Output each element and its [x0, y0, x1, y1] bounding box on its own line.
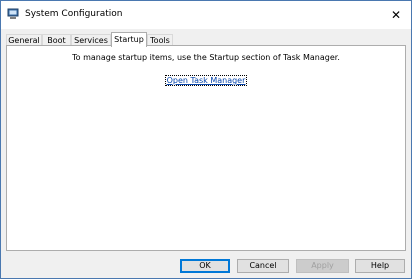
startup-info-text: To manage startup items, use the Startup…: [72, 53, 340, 62]
app-icon: [7, 8, 19, 19]
close-button[interactable]: ✕: [381, 1, 411, 29]
close-icon: ✕: [390, 8, 402, 22]
title-bar: System Configuration ✕: [1, 1, 411, 29]
open-task-manager-link[interactable]: Open Task Manager: [164, 75, 248, 86]
cancel-button[interactable]: Cancel: [237, 259, 289, 273]
help-button[interactable]: Help: [355, 259, 405, 273]
ok-button[interactable]: OK: [180, 259, 230, 273]
tab-startup[interactable]: Startup: [111, 32, 147, 47]
open-task-manager-row: Open Task Manager: [7, 75, 405, 86]
startup-panel: To manage startup items, use the Startup…: [6, 45, 406, 251]
window-title: System Configuration: [25, 9, 123, 19]
system-configuration-window: System Configuration ✕ General Boot Serv…: [0, 0, 412, 279]
apply-button[interactable]: Apply: [296, 259, 349, 273]
